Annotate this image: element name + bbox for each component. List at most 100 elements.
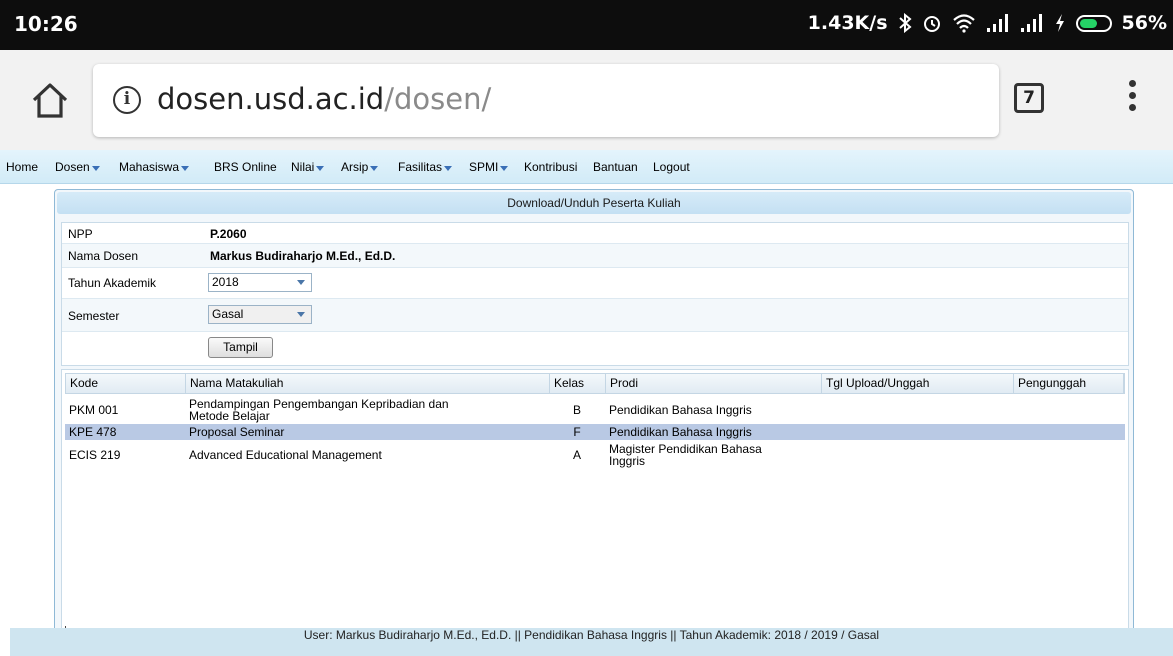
status-bar: 10:26 1.43K/s 56% — [0, 0, 1173, 50]
prodi-line: Pendidikan Bahasa Inggris — [609, 403, 752, 417]
address-bar[interactable]: i dosen.usd.ac.id/dosen/ — [93, 64, 999, 137]
semester-label: Semester — [68, 309, 120, 323]
clock: 10:26 — [14, 12, 78, 36]
menu-item-kontribusi[interactable]: Kontribusi — [524, 160, 577, 174]
menu-item-label: Mahasiswa — [119, 160, 180, 174]
form-row-button: Tampil — [62, 332, 1128, 365]
signal-icon — [1020, 14, 1042, 32]
nama-dosen-label: Nama Dosen — [68, 249, 139, 263]
form-row-nama: Nama Dosen Markus Budiraharjo M.Ed., Ed.… — [62, 244, 1128, 268]
chevron-down-icon — [297, 280, 305, 285]
prodi-line: Pendidikan Bahasa Inggris — [609, 425, 752, 439]
nama-dosen-value: Markus Budiraharjo M.Ed., Ed.D. — [210, 249, 396, 263]
signal-icon — [986, 14, 1008, 32]
browser-toolbar: i dosen.usd.ac.id/dosen/ 7 — [0, 50, 1173, 150]
form-row-npp: NPP P.2060 — [62, 223, 1128, 244]
site-menu: Home Dosen Mahasiswa BRS Online Nilai Arsip Fa… — [0, 150, 1173, 184]
battery-icon — [1075, 14, 1112, 32]
dropdown-caret-icon — [91, 166, 100, 172]
menu-item-label: Arsip — [341, 160, 369, 174]
kode-cell: PKM 001 — [69, 403, 119, 417]
semester-value: Gasal — [212, 307, 244, 321]
url-domain: dosen.usd.ac.id — [157, 82, 385, 116]
dropdown-caret-icon — [444, 166, 453, 172]
charging-icon — [1055, 14, 1064, 32]
dropdown-caret-icon — [500, 166, 509, 172]
table-row[interactable]: ECIS 219 Advanced Educational Management A… — [65, 440, 1125, 470]
column-header[interactable]: Tgl Upload/Unggah — [822, 374, 1014, 393]
menu-item-label: Fasilitas — [398, 160, 443, 174]
url-text[interactable]: dosen.usd.ac.id/dosen/ — [157, 82, 491, 116]
menu-item-fasilitas[interactable]: Fasilitas — [398, 160, 453, 174]
column-header[interactable]: Pengunggah — [1014, 374, 1124, 393]
menu-item-logout[interactable]: Logout — [653, 160, 690, 174]
dropdown-caret-icon — [370, 166, 379, 172]
kelas-cell: B — [572, 403, 581, 417]
menu-item-label: Dosen — [55, 160, 90, 174]
column-header[interactable]: Nama Matakuliah — [186, 374, 550, 393]
battery-percent: 56% — [1121, 12, 1167, 34]
dropdown-caret-icon — [316, 166, 325, 172]
kelas-cell: F — [573, 425, 581, 439]
menu-item-spmi[interactable]: SPMI — [469, 160, 509, 174]
column-header[interactable]: Kelas — [550, 374, 606, 393]
column-header[interactable]: Kode — [66, 374, 186, 393]
status-icons: 1.43K/s 56% — [808, 12, 1167, 34]
info-icon[interactable]: i — [113, 86, 141, 114]
nama-matakuliah-cell: Proposal Seminar — [189, 424, 284, 440]
menu-item-dosen[interactable]: Dosen — [55, 160, 100, 174]
status-footer: User: Markus Budiraharjo M.Ed., Ed.D. ||… — [10, 628, 1173, 656]
menu-item-label: SPMI — [469, 160, 499, 174]
semester-select[interactable]: Gasal — [208, 305, 312, 324]
form-row-semester: Semester Gasal — [62, 299, 1128, 332]
nama-matakuliah-cell: Advanced Educational Management — [189, 447, 382, 463]
prodi-line: Inggris — [609, 454, 646, 468]
table-header: Kode Nama Matakuliah Kelas Prodi Tgl Upload/… — [65, 373, 1125, 394]
download-panel: Download/Unduh Peserta Kuliah NPP P.2060… — [54, 189, 1134, 639]
dropdown-caret-icon — [181, 166, 190, 172]
tab-switcher-button[interactable]: 7 — [1014, 83, 1044, 113]
npp-value: P.2060 — [210, 227, 247, 241]
tampil-button[interactable]: Tampil — [208, 337, 273, 358]
menu-item-label: Logout — [653, 160, 690, 174]
nama-matakuliah-cell: Pendampingan Pengembangan Kepribadian da… — [189, 398, 449, 422]
wifi-icon — [952, 14, 975, 33]
nama-matakuliah-line: Metode Belajar — [189, 409, 270, 423]
nama-matakuliah-line: Advanced Educational Management — [189, 448, 382, 462]
bluetooth-icon — [898, 13, 912, 33]
nama-matakuliah-line: Proposal Seminar — [189, 425, 285, 439]
menu-item-brs-online[interactable]: BRS Online — [214, 160, 277, 174]
kelas-cell: A — [572, 448, 581, 462]
prodi-cell: Pendidikan Bahasa Inggris — [609, 402, 752, 418]
menu-item-arsip[interactable]: Arsip — [341, 160, 379, 174]
column-header[interactable]: Prodi — [606, 374, 822, 393]
table-row[interactable]: PKM 001 Pendampingan Pengembangan Kepriba… — [65, 397, 1125, 423]
menu-item-label: Nilai — [291, 160, 315, 174]
menu-item-home[interactable]: Home — [6, 160, 38, 174]
kode-cell: ECIS 219 — [69, 448, 121, 462]
home-icon[interactable] — [28, 78, 72, 122]
panel-title: Download/Unduh Peserta Kuliah — [57, 192, 1131, 214]
tahun-akademik-select[interactable]: 2018 — [208, 273, 312, 292]
alarm-icon — [923, 16, 940, 32]
menu-item-label: Kontribusi — [524, 160, 578, 174]
menu-item-mahasiswa[interactable]: Mahasiswa — [119, 160, 190, 174]
chevron-down-icon — [297, 312, 305, 317]
overflow-menu-icon[interactable] — [1122, 80, 1142, 120]
menu-item-label: Home — [6, 160, 39, 174]
network-speed: 1.43K/s — [807, 12, 888, 34]
url-path: /dosen/ — [384, 82, 492, 116]
footer-text: User: Markus Budiraharjo M.Ed., Ed.D. ||… — [303, 628, 880, 642]
tahun-akademik-value: 2018 — [212, 275, 239, 289]
course-table: Kode Nama Matakuliah Kelas Prodi Tgl Upload/… — [61, 369, 1129, 635]
kode-cell: KPE 478 — [69, 425, 117, 439]
menu-item-bantuan[interactable]: Bantuan — [593, 160, 638, 174]
menu-item-label: Bantuan — [593, 160, 638, 174]
form-row-tahun: Tahun Akademik 2018 — [62, 268, 1128, 299]
prodi-cell: Magister Pendidikan Bahasa Inggris — [609, 443, 762, 467]
table-row[interactable]: KPE 478 Proposal Seminar F Pendidikan Bahas… — [65, 424, 1125, 440]
filter-form: NPP P.2060 Nama Dosen Markus Budiraharjo… — [61, 222, 1129, 366]
menu-item-nilai[interactable]: Nilai — [291, 160, 325, 174]
npp-label: NPP — [68, 227, 93, 241]
prodi-cell: Pendidikan Bahasa Inggris — [609, 424, 752, 440]
